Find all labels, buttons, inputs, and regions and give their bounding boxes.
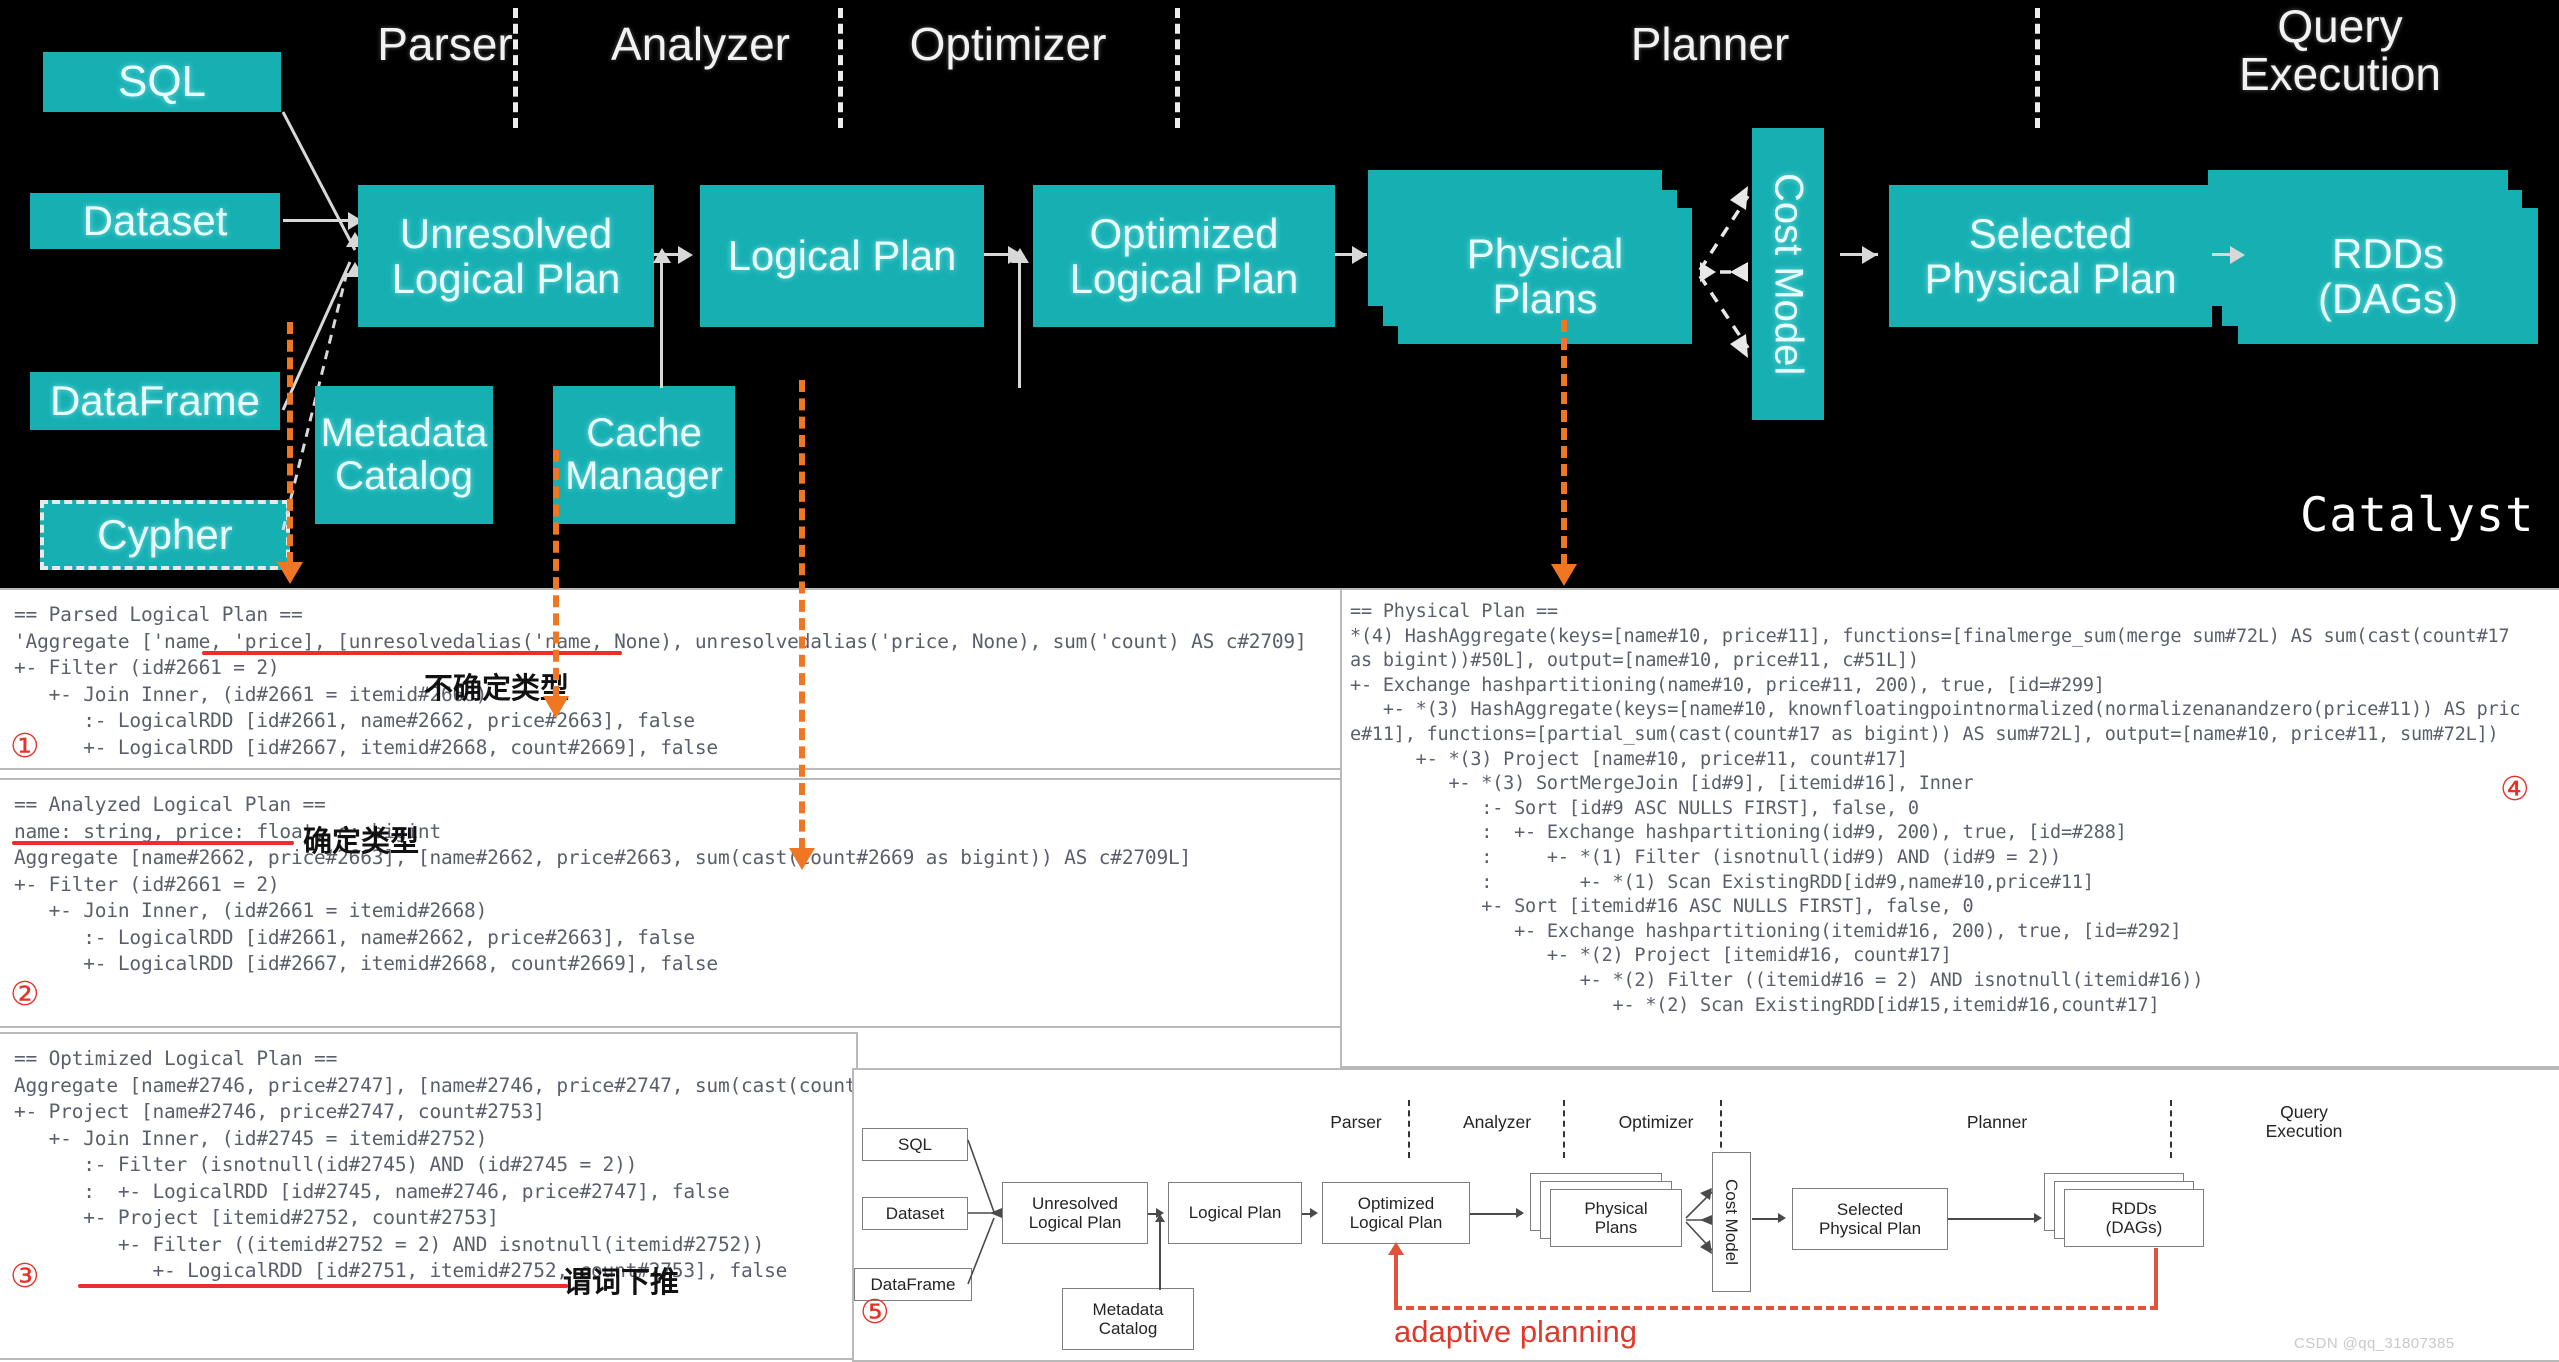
orange-connector-1 (287, 322, 293, 564)
node-cost-model: Cost Model (1752, 128, 1824, 420)
stage-divider-4 (2035, 8, 2040, 128)
node-optimized-logical-plan: Optimized Logical Plan (1033, 185, 1335, 327)
mini-pipeline-arrow-5 (2034, 1213, 2042, 1223)
stage-label-planner: Planner (1630, 18, 1790, 70)
analyzed-plan-annotation: 确定类型 (303, 824, 420, 858)
adaptive-planning-label: adaptive planning (1394, 1314, 1638, 1349)
node-cost-model-label: Cost Model (1766, 172, 1811, 376)
cache-manager-line (1018, 262, 1021, 388)
stage-divider-3 (1175, 8, 1180, 128)
stage-label-analyzer: Analyzer (611, 18, 790, 70)
mini-node-rdds-dags: RDDs (DAGs) (2064, 1189, 2204, 1247)
stage-label-optimizer: Optimizer (909, 18, 1107, 70)
mini-metadata-catalog-line (1159, 1222, 1161, 1290)
mini-pipeline-line-5 (1948, 1218, 2038, 1220)
node-unresolved-logical-plan: Unresolved Logical Plan (358, 185, 654, 327)
parsed-logical-plan-code: == Parsed Logical Plan == 'Aggregate ['n… (14, 603, 1307, 759)
mini-pipeline-arrow-2 (1310, 1208, 1318, 1218)
mini-stage-label-parser: Parser (1330, 1112, 1382, 1132)
orange-connector-4-arrowhead (1551, 564, 1577, 586)
adaptive-loop-vertical-right (2154, 1248, 2158, 1308)
optimized-plan-annotation: 谓词下推 (563, 1265, 680, 1299)
mini-node-physical-plans: Physical Plans (1550, 1189, 1682, 1247)
optimized-plan-underline (78, 1284, 568, 1288)
pipeline-arrow-5 (2230, 246, 2245, 264)
panel-analyzed-logical-plan: == Analyzed Logical Plan == name: string… (0, 778, 1343, 1028)
pipeline-arrow-4 (1862, 246, 1877, 264)
mini-input-box-sql: SQL (862, 1128, 968, 1161)
mini-stage-label-planner: Planner (1966, 1112, 2028, 1132)
panel-marker-5: ⑤ (860, 1292, 890, 1331)
csdn-watermark: CSDN @qq_31807385 (2294, 1335, 2455, 1352)
physical-plan-code: == Physical Plan == *(4) HashAggregate(k… (1350, 601, 2521, 1016)
node-physical-plans: Physical Plans (1398, 208, 1692, 344)
metadata-catalog-line (660, 262, 663, 388)
adaptive-loop-arrowhead (1388, 1242, 1404, 1255)
panel-marker-1: ① (10, 726, 40, 765)
diagram-title-catalyst: Catalyst (2300, 488, 2535, 543)
adaptive-loop-horizontal (1394, 1306, 2158, 1310)
orange-connector-3-arrowhead (789, 848, 815, 870)
input-box-dataframe: DataFrame (30, 372, 280, 430)
mini-pipeline-arrow-4 (1778, 1213, 1786, 1223)
panel-mini-catalyst-diagram: Parser Analyzer Optimizer Planner Query … (852, 1068, 2559, 1362)
mini-stage-label-optimizer: Optimizer (1618, 1112, 1694, 1132)
stage-divider-2 (838, 8, 843, 128)
arrow-line-dataset (283, 219, 353, 222)
optimized-logical-plan-code: == Optimized Logical Plan == Aggregate [… (14, 1047, 857, 1282)
mini-stage-divider-4 (2170, 1100, 2172, 1158)
catalyst-architecture-diagram: Parser Analyzer Optimizer Planner Query … (0, 0, 2559, 588)
input-box-cypher: Cypher (40, 500, 290, 570)
parsed-plan-underline (202, 651, 622, 655)
pipeline-arrow-1 (678, 246, 693, 264)
metadata-catalog-arrow (653, 248, 671, 263)
panel-optimized-logical-plan: == Optimized Logical Plan == Aggregate [… (0, 1032, 858, 1360)
panel-marker-2: ② (10, 974, 40, 1013)
panel-marker-4: ④ (2500, 769, 2530, 808)
panel-marker-3: ③ (10, 1256, 40, 1295)
mini-support-box-metadata-catalog: Metadata Catalog (1062, 1288, 1194, 1350)
node-rdds-dags: RDDs (DAGs) (2238, 208, 2538, 344)
mini-input-box-dataset: Dataset (862, 1197, 968, 1230)
adaptive-loop-vertical-left (1394, 1253, 1398, 1308)
input-box-sql: SQL (43, 52, 281, 112)
panel-physical-plan: == Physical Plan == *(4) HashAggregate(k… (1340, 588, 2559, 1068)
mini-pipeline-arrow-3 (1516, 1208, 1524, 1218)
stage-label-parser: Parser (377, 18, 513, 70)
node-logical-plan: Logical Plan (700, 185, 984, 327)
orange-connector-3 (799, 380, 805, 850)
mini-stage-divider-1 (1408, 1100, 1410, 1158)
analyzed-logical-plan-code: == Analyzed Logical Plan == name: string… (14, 793, 1192, 975)
stage-label-query-execution: Query Execution (2238, 0, 2441, 101)
panel-parsed-logical-plan: == Parsed Logical Plan == 'Aggregate ['n… (0, 588, 1343, 770)
orange-connector-2-arrowhead (543, 696, 569, 718)
mini-node-cost-model-label: Cost Model (1722, 1179, 1742, 1265)
mini-stage-label-query-execution: Query Execution (2265, 1102, 2343, 1142)
pipeline-arrow-3 (1352, 246, 1367, 264)
mini-stage-divider-3 (1720, 1100, 1722, 1158)
orange-connector-2 (553, 450, 559, 698)
mini-node-unresolved-logical-plan: Unresolved Logical Plan (1002, 1182, 1148, 1244)
orange-connector-1-arrowhead (277, 562, 303, 584)
input-box-dataset: Dataset (30, 193, 280, 249)
orange-connector-4 (1561, 320, 1567, 566)
support-box-metadata-catalog: Metadata Catalog (315, 386, 493, 524)
cache-manager-arrow (1011, 248, 1029, 263)
node-selected-physical-plan: Selected Physical Plan (1889, 185, 2212, 327)
mini-pipeline-line-3 (1470, 1213, 1522, 1215)
mini-node-selected-physical-plan: Selected Physical Plan (1792, 1188, 1948, 1250)
mini-node-optimized-logical-plan: Optimized Logical Plan (1322, 1182, 1470, 1244)
mini-stage-divider-2 (1563, 1100, 1565, 1158)
mini-metadata-catalog-arrow (1155, 1214, 1165, 1222)
support-box-cache-manager: Cache Manager (553, 386, 735, 524)
mini-node-logical-plan: Logical Plan (1168, 1182, 1302, 1244)
mini-stage-label-analyzer: Analyzer (1462, 1112, 1532, 1132)
mini-node-cost-model: Cost Model (1712, 1152, 1751, 1292)
analyzed-plan-underline (12, 841, 294, 845)
